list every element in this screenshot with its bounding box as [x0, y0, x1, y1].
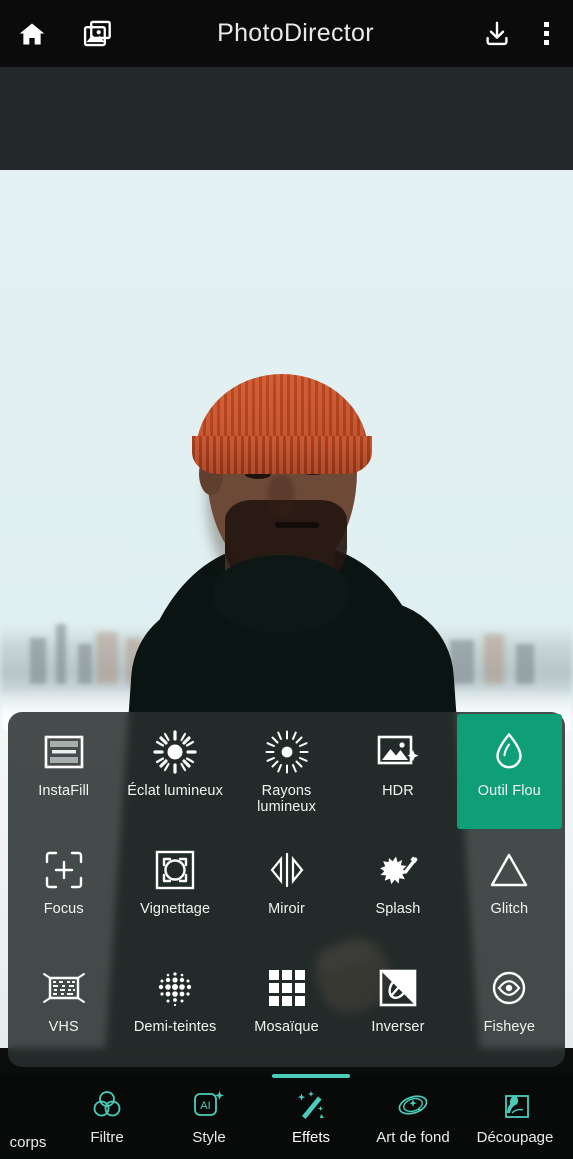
halftone-icon — [151, 966, 199, 1010]
effect-label: Mosaïque — [254, 1019, 319, 1035]
effect-label: Outil Flou — [477, 783, 541, 799]
effect-label: Rayons lumineux — [257, 783, 316, 815]
effect-fisheye[interactable]: Fisheye — [454, 948, 565, 1066]
nav-item-decoupage[interactable]: Découpage — [464, 1075, 566, 1159]
effects-panel: InstaFill Éclat lumineux Rayons lumineux… — [8, 712, 565, 1067]
mirror-icon — [263, 848, 311, 892]
effects-row: VHS Demi-teintes Mosaïque Inverser Fishe… — [8, 948, 565, 1066]
blur-droplet-icon — [485, 730, 533, 774]
glitch-triangle-icon — [485, 848, 533, 892]
effect-splash[interactable]: Splash — [342, 830, 453, 948]
effect-label: HDR — [382, 783, 414, 799]
vhs-icon — [40, 966, 88, 1010]
effect-outil-flou[interactable]: Outil Flou — [454, 712, 565, 830]
gallery-icon[interactable] — [72, 8, 124, 60]
active-tab-indicator — [272, 1074, 350, 1078]
toolbar-spacer — [0, 67, 573, 170]
filter-icon — [91, 1088, 123, 1122]
invert-icon — [374, 966, 422, 1010]
effect-miroir[interactable]: Miroir — [231, 830, 342, 948]
effect-label: Focus — [43, 901, 84, 917]
nav-label: Art de fond — [376, 1129, 450, 1146]
more-vertical-icon[interactable] — [529, 8, 563, 60]
effect-instafill[interactable]: InstaFill — [8, 712, 119, 830]
more-dots — [543, 22, 549, 45]
page-title: PhotoDirector — [217, 19, 374, 47]
nav-item-visage-corps[interactable]: corps — [0, 1075, 56, 1159]
effect-label: Inverser — [371, 1019, 425, 1035]
effects-wand-icon — [294, 1088, 328, 1122]
light-rays-icon — [263, 730, 311, 774]
effect-label: VHS — [48, 1019, 79, 1035]
effect-mosaique[interactable]: Mosaïque — [231, 948, 342, 1066]
effect-label: Fisheye — [483, 1019, 536, 1035]
vignette-icon — [151, 848, 199, 892]
effect-focus[interactable]: Focus — [8, 830, 119, 948]
nav-label: Effets — [291, 1129, 331, 1146]
download-icon[interactable] — [471, 8, 523, 60]
mosaic-icon — [263, 966, 311, 1010]
effect-hdr[interactable]: HDR — [342, 712, 453, 830]
effect-glitch[interactable]: Glitch — [454, 830, 565, 948]
effect-rayons-lumineux[interactable]: Rayons lumineux — [231, 712, 342, 830]
effect-vhs[interactable]: VHS — [8, 948, 119, 1066]
focus-icon — [40, 848, 88, 892]
effect-inverser[interactable]: Inverser — [342, 948, 453, 1066]
svg-text:AI: AI — [200, 1100, 210, 1112]
home-icon[interactable] — [6, 8, 58, 60]
effect-label: Splash — [375, 901, 421, 917]
nav-item-effets[interactable]: Effets — [260, 1074, 362, 1159]
light-burst-icon — [151, 730, 199, 774]
nav-item-style[interactable]: AI Style — [158, 1075, 260, 1159]
effect-label: InstaFill — [38, 783, 90, 799]
effect-label: Miroir — [268, 901, 305, 917]
hdr-icon — [374, 730, 422, 774]
ai-style-icon: AI — [192, 1088, 226, 1122]
effect-label: Demi-teintes — [133, 1019, 217, 1035]
effect-label: Glitch — [490, 901, 529, 917]
background-art-icon — [395, 1088, 431, 1122]
nav-item-art-de-fond[interactable]: Art de fond — [362, 1075, 464, 1159]
nav-label: Filtre — [90, 1129, 124, 1146]
nav-item-filtre[interactable]: Filtre — [56, 1075, 158, 1159]
effect-label: Vignettage — [140, 901, 211, 917]
fisheye-icon — [485, 966, 533, 1010]
nav-label: Découpage — [476, 1129, 554, 1146]
effects-row: Focus Vignettage Miroir Splash Glitch — [8, 830, 565, 948]
nav-label: corps — [9, 1134, 47, 1151]
instafill-icon — [40, 730, 88, 774]
effect-eclat-lumineux[interactable]: Éclat lumineux — [119, 712, 230, 830]
splash-icon — [374, 848, 422, 892]
effect-vignettage[interactable]: Vignettage — [119, 830, 230, 948]
bottom-navigation: corps Filtre AI Style Effets Art de fond… — [0, 1074, 573, 1159]
cutout-icon — [498, 1088, 532, 1122]
photodirector-app: PhotoDirector InstaFill Éclat lumineux R… — [0, 0, 573, 1159]
effect-label: Éclat lumineux — [127, 783, 223, 799]
effect-demi-teintes[interactable]: Demi-teintes — [119, 948, 230, 1066]
effects-row: InstaFill Éclat lumineux Rayons lumineux… — [8, 712, 565, 830]
nav-item-next-partial[interactable] — [566, 1075, 573, 1159]
nav-label: Style — [192, 1129, 226, 1146]
top-toolbar: PhotoDirector — [0, 0, 573, 67]
